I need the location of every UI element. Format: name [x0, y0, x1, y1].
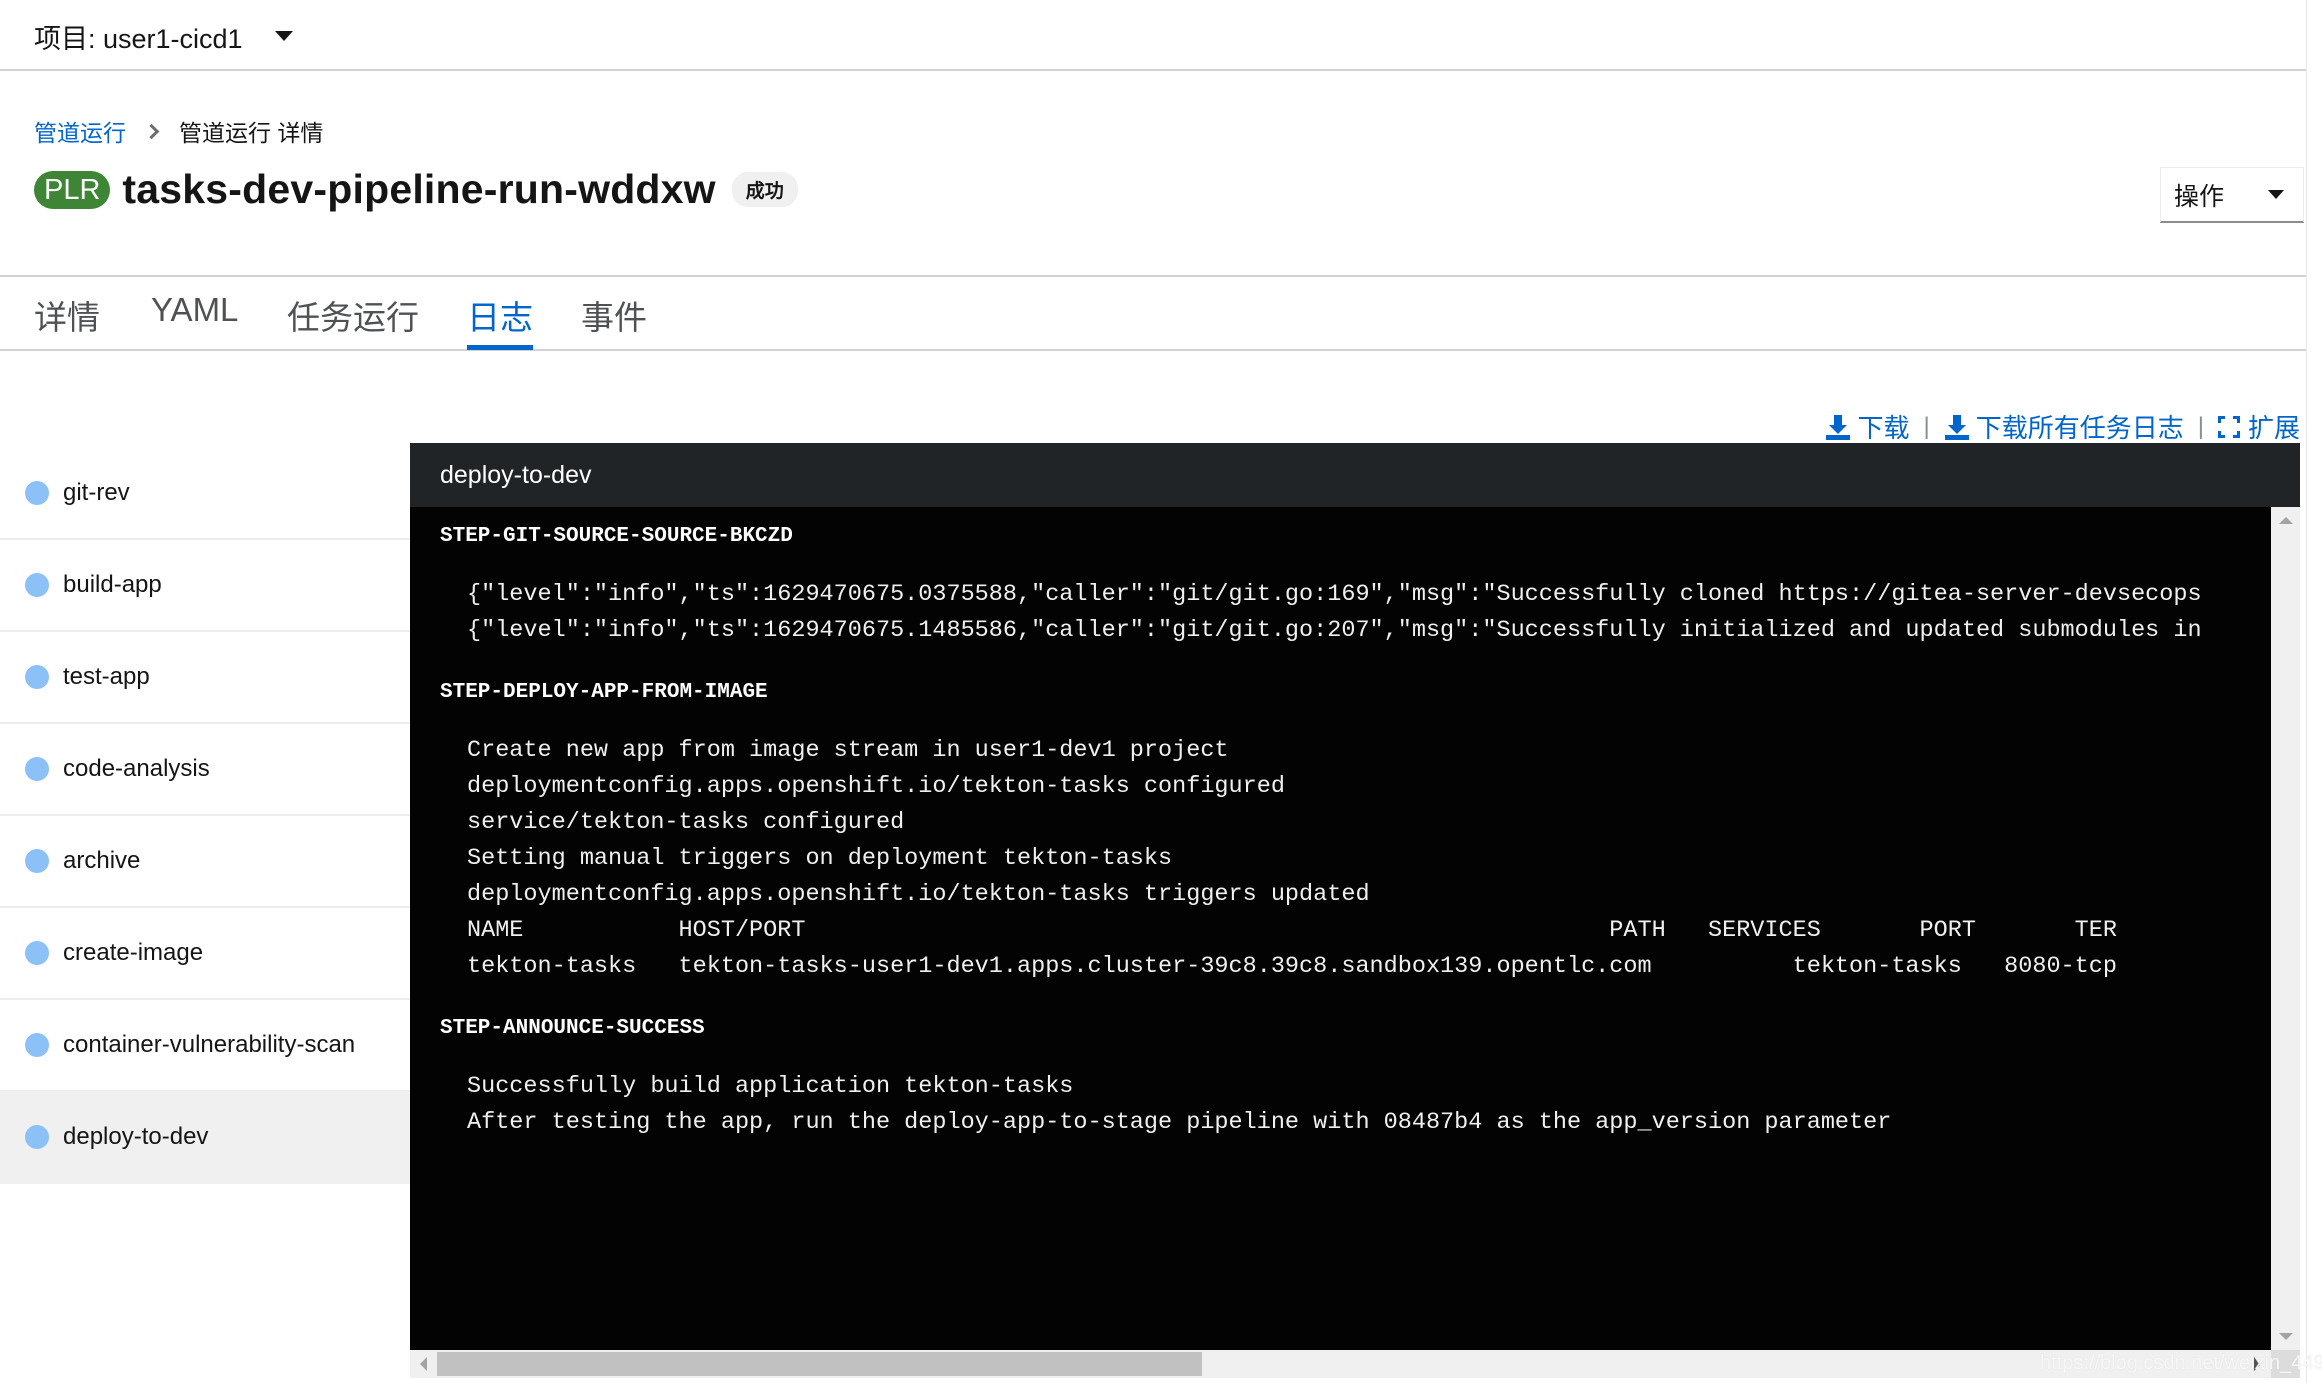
status-dot-icon	[25, 1033, 49, 1057]
status-dot-icon	[25, 941, 49, 965]
project-label: 项目: user1-cicd1	[34, 23, 243, 54]
breadcrumb-current: 管道运行 详情	[179, 120, 324, 146]
status-dot-icon	[25, 757, 49, 781]
task-list: git-rev build-app test-app code-analysis…	[0, 448, 410, 1184]
task-name: archive	[63, 847, 141, 874]
log-header: deploy-to-dev	[410, 443, 2300, 507]
download-link[interactable]: 下载	[1825, 408, 1910, 445]
actions-dropdown[interactable]: 操作	[2160, 167, 2304, 223]
tab-bar: 详情 YAML 任务运行 日志 事件	[0, 275, 2306, 351]
task-item-archive[interactable]: archive	[0, 816, 410, 908]
task-name: code-analysis	[63, 755, 210, 782]
status-dot-icon	[25, 573, 49, 597]
toolbar-divider: |	[1923, 412, 1930, 440]
task-item-container-vulnerability-scan[interactable]: container-vulnerability-scan	[0, 1000, 410, 1092]
caret-down-icon	[274, 31, 293, 41]
download-all-label: 下载所有任务日志	[1975, 413, 2184, 443]
project-selector[interactable]: 项目: user1-cicd1	[34, 18, 293, 54]
status-badge: 成功	[731, 172, 798, 207]
scroll-down-icon[interactable]	[2279, 1333, 2293, 1340]
download-icon	[1944, 414, 1970, 440]
tab-yaml[interactable]: YAML	[151, 291, 238, 349]
log-line: Create new app from image stream in user…	[467, 737, 1229, 764]
chevron-right-icon	[143, 123, 160, 139]
expand-icon	[2217, 415, 2240, 438]
task-item-git-rev[interactable]: git-rev	[0, 448, 410, 540]
page-title: tasks-dev-pipeline-run-wddxw	[122, 166, 716, 212]
log-line: {"level":"info","ts":1629470675.1485586,…	[467, 617, 2202, 644]
scroll-left-icon[interactable]	[420, 1357, 427, 1371]
page-edge	[2306, 0, 2307, 1383]
log-line: Setting manual triggers on deployment te…	[467, 845, 1173, 872]
scrollbar-corner	[2271, 1350, 2300, 1378]
log-line: NAME HOST/PORT PATH SERVICES PORT TER	[467, 917, 2117, 944]
download-label: 下载	[1857, 413, 1910, 443]
log-line: Successfully build application tekton-ta…	[467, 1073, 1074, 1100]
toolbar-divider: |	[2197, 412, 2204, 440]
log-panel: deploy-to-dev STEP-GIT-SOURCE-SOURCE-BKC…	[410, 443, 2300, 1378]
log-line: deploymentconfig.apps.openshift.io/tekto…	[467, 773, 1285, 800]
task-item-build-app[interactable]: build-app	[0, 540, 410, 632]
task-name: test-app	[63, 663, 150, 690]
download-icon	[1825, 414, 1851, 440]
task-item-test-app[interactable]: test-app	[0, 632, 410, 724]
horizontal-scrollbar[interactable]	[410, 1350, 2271, 1378]
task-item-create-image[interactable]: create-image	[0, 908, 410, 1000]
status-dot-icon	[25, 1125, 49, 1149]
breadcrumb: 管道运行 管道运行 详情	[34, 114, 323, 148]
vertical-scrollbar[interactable]	[2271, 507, 2300, 1350]
task-item-deploy-to-dev[interactable]: deploy-to-dev	[0, 1092, 410, 1184]
log-line: deploymentconfig.apps.openshift.io/tekto…	[467, 881, 1370, 908]
scroll-right-icon[interactable]	[2254, 1357, 2261, 1371]
title-row: PLR tasks-dev-pipeline-run-wddxw 成功	[34, 166, 798, 213]
log-line: service/tekton-tasks configured	[467, 809, 905, 836]
expand-label: 扩展	[2247, 413, 2300, 443]
step-title: STEP-ANNOUNCE-SUCCESS	[440, 1017, 705, 1040]
log-line: {"level":"info","ts":1629470675.0375588,…	[467, 581, 2202, 608]
tab-logs[interactable]: 日志	[467, 291, 533, 350]
log-body: STEP-GIT-SOURCE-SOURCE-BKCZD {"level":"i…	[410, 507, 2271, 1350]
task-name: git-rev	[63, 479, 130, 506]
tab-task-runs[interactable]: 任务运行	[287, 291, 419, 349]
log-line: tekton-tasks tekton-tasks-user1-dev1.app…	[467, 953, 2117, 980]
tab-details[interactable]: 详情	[34, 291, 100, 349]
actions-label: 操作	[2174, 182, 2225, 211]
project-bar: 项目: user1-cicd1	[0, 0, 2306, 71]
status-dot-icon	[25, 665, 49, 689]
step-title: STEP-DEPLOY-APP-FROM-IMAGE	[440, 681, 768, 704]
task-name: create-image	[63, 939, 204, 966]
caret-down-icon	[2268, 190, 2285, 199]
task-name: deploy-to-dev	[63, 1123, 209, 1150]
task-name: container-vulnerability-scan	[63, 1031, 356, 1058]
step-title: STEP-GIT-SOURCE-SOURCE-BKCZD	[440, 525, 793, 548]
status-dot-icon	[25, 481, 49, 505]
log-task-name: deploy-to-dev	[440, 460, 592, 489]
resource-type-badge: PLR	[34, 170, 111, 209]
log-toolbar: 下载 | 下载所有任务日志 | 扩展	[1825, 408, 2300, 445]
breadcrumb-pipeline-runs-link[interactable]: 管道运行	[34, 114, 126, 148]
status-dot-icon	[25, 849, 49, 873]
tab-events[interactable]: 事件	[581, 291, 647, 349]
task-name: build-app	[63, 571, 162, 598]
scroll-up-icon[interactable]	[2279, 517, 2293, 524]
scrollbar-thumb[interactable]	[437, 1352, 1202, 1376]
log-line: After testing the app, run the deploy-ap…	[467, 1109, 1892, 1136]
task-item-code-analysis[interactable]: code-analysis	[0, 724, 410, 816]
download-all-logs-link[interactable]: 下载所有任务日志	[1944, 408, 2184, 445]
expand-link[interactable]: 扩展	[2217, 408, 2300, 445]
